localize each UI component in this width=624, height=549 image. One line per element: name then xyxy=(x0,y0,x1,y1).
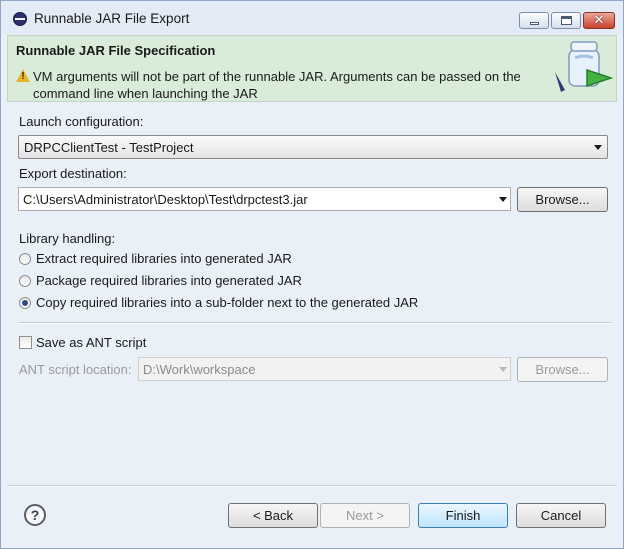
chevron-down-icon xyxy=(499,367,507,372)
export-destination-combo[interactable]: C:\Users\Administrator\Desktop\Test\drpc… xyxy=(18,187,511,211)
banner-message: VM arguments will not be part of the run… xyxy=(33,69,521,101)
chevron-down-icon xyxy=(499,197,507,202)
finish-button[interactable]: Finish xyxy=(418,503,508,528)
copy-libraries-label[interactable]: Copy required libraries into a sub-folde… xyxy=(36,295,418,310)
window-title: Runnable JAR File Export xyxy=(34,11,190,26)
wizard-banner: Runnable JAR File Specification ! VM arg… xyxy=(7,35,617,102)
export-destination-value: C:\Users\Administrator\Desktop\Test\drpc… xyxy=(23,192,308,207)
export-browse-button[interactable]: Browse... xyxy=(517,187,608,212)
ant-location-value: D:\Work\workspace xyxy=(143,362,256,377)
copy-libraries-radio[interactable] xyxy=(19,297,31,309)
extract-libraries-label[interactable]: Extract required libraries into generate… xyxy=(36,251,292,266)
title-bar[interactable]: Runnable JAR File Export ✕ xyxy=(1,1,623,35)
dialog-window: Runnable JAR File Export ✕ Runnable JAR … xyxy=(0,0,624,549)
eclipse-icon xyxy=(13,12,27,26)
export-destination-label: Export destination: xyxy=(19,166,127,181)
ant-location-combo[interactable]: D:\Work\workspace xyxy=(138,357,511,381)
section-separator xyxy=(18,322,612,324)
save-ant-script-checkbox[interactable] xyxy=(19,336,32,349)
footer-separator xyxy=(7,485,617,487)
help-icon[interactable]: ? xyxy=(24,504,46,526)
maximize-button[interactable] xyxy=(551,12,581,29)
package-libraries-radio[interactable] xyxy=(19,275,31,287)
minimize-icon xyxy=(530,22,539,25)
package-libraries-label[interactable]: Package required libraries into generate… xyxy=(36,273,302,288)
ant-browse-button[interactable]: Browse... xyxy=(517,357,608,382)
launch-configuration-select[interactable]: DRPCClientTest - TestProject xyxy=(18,135,608,159)
jar-export-wizard-graphic xyxy=(555,41,613,92)
chevron-down-icon xyxy=(594,145,602,150)
minimize-button[interactable] xyxy=(519,12,549,29)
close-button[interactable]: ✕ xyxy=(583,12,615,29)
extract-libraries-radio[interactable] xyxy=(19,253,31,265)
save-ant-script-label[interactable]: Save as ANT script xyxy=(36,335,146,350)
cancel-button[interactable]: Cancel xyxy=(516,503,606,528)
launch-configuration-value: DRPCClientTest - TestProject xyxy=(24,140,194,155)
next-button[interactable]: Next > xyxy=(320,503,410,528)
back-button[interactable]: < Back xyxy=(228,503,318,528)
close-icon: ✕ xyxy=(593,12,605,27)
maximize-icon xyxy=(561,16,572,25)
launch-configuration-label: Launch configuration: xyxy=(19,114,144,129)
ant-location-label: ANT script location: xyxy=(19,362,132,377)
library-handling-label: Library handling: xyxy=(19,231,116,246)
warning-icon-mark: ! xyxy=(21,71,25,82)
page-title: Runnable JAR File Specification xyxy=(16,43,216,58)
